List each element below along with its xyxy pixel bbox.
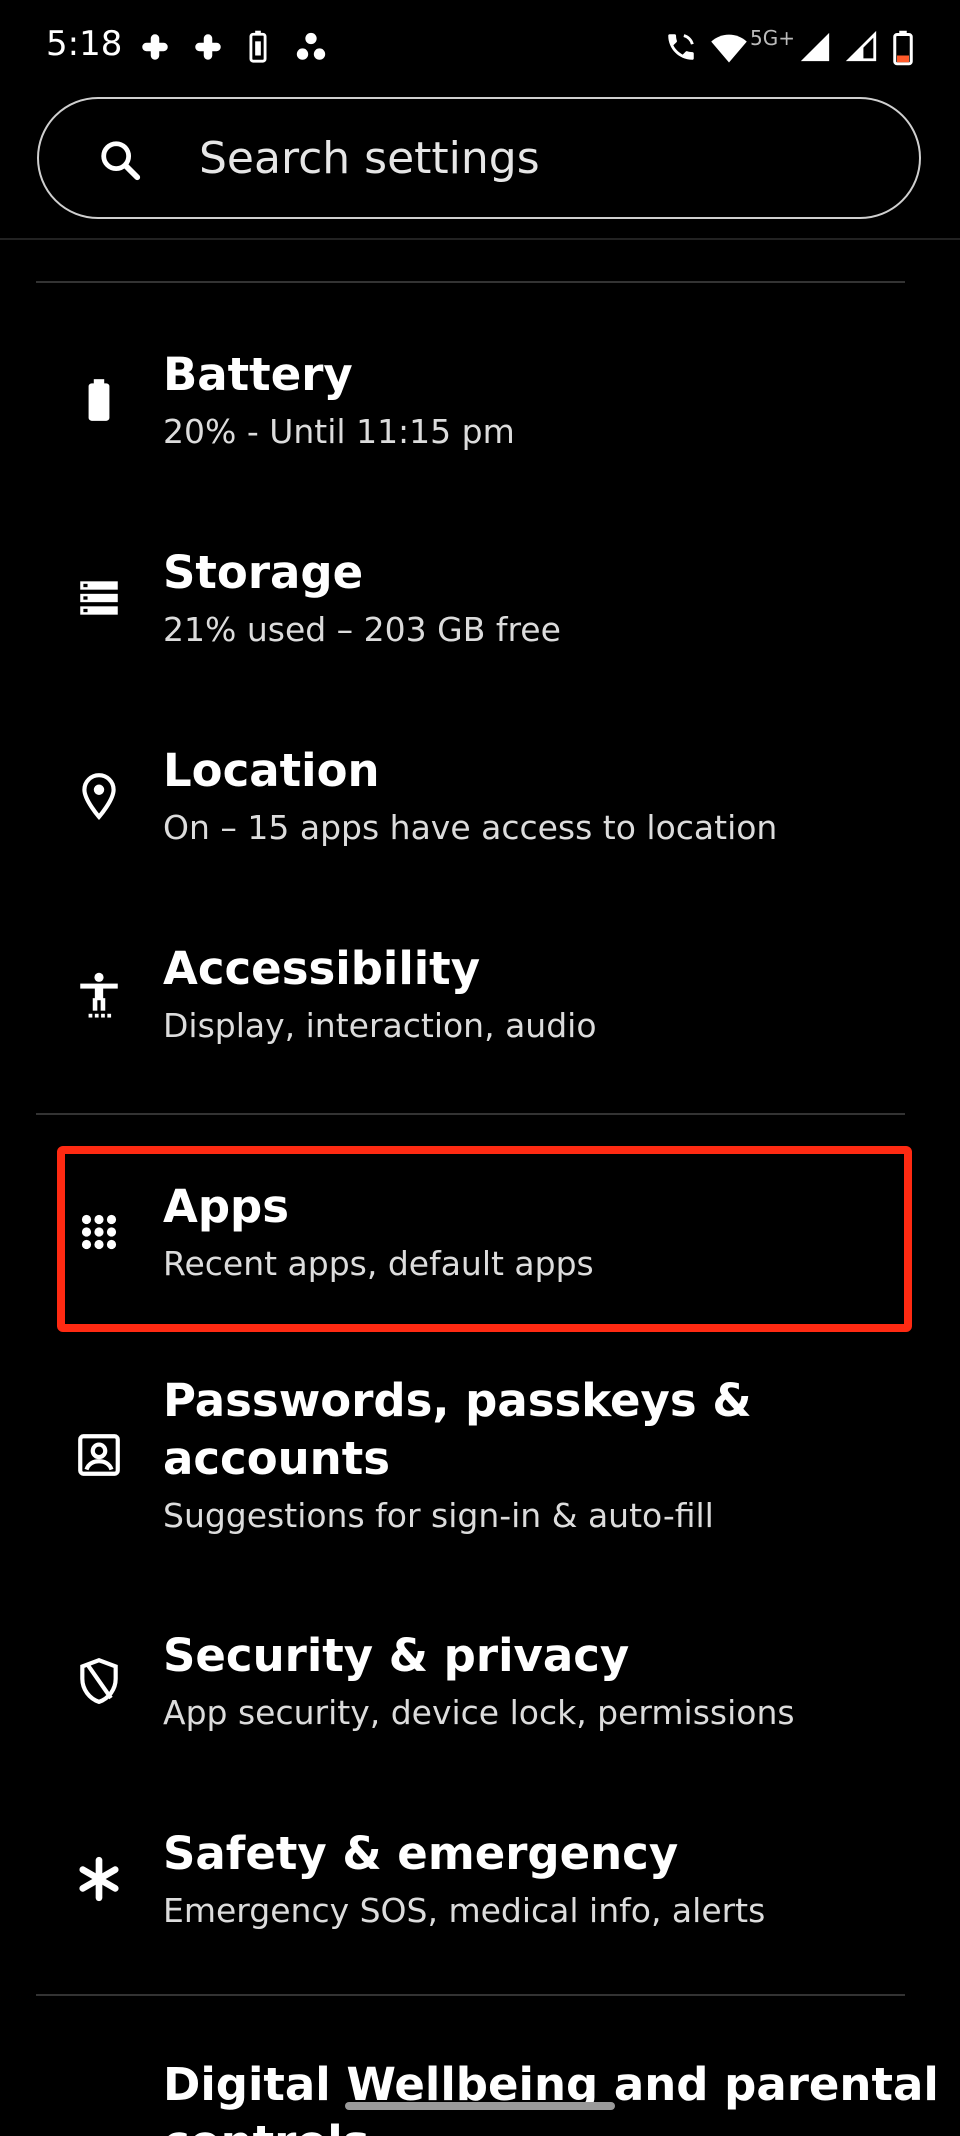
item-title-line2: controls [163, 2116, 369, 2136]
account-box-icon [78, 1434, 120, 1476]
item-subtitle: Emergency SOS, medical info, alerts [163, 1891, 766, 1930]
settings-item-security-privacy[interactable]: Security & privacy App security, device … [0, 1621, 960, 1771]
item-title: Accessibility [163, 942, 481, 995]
status-time: 5:18 [46, 24, 123, 64]
section-divider [36, 1994, 905, 1996]
signal-icon [800, 32, 830, 62]
battery-icon [88, 379, 110, 421]
accessibility-icon [80, 972, 118, 1018]
item-title: Battery [163, 348, 353, 401]
battery-icon [893, 30, 913, 66]
item-subtitle: App security, device lock, permissions [163, 1693, 795, 1732]
section-divider [36, 1113, 905, 1115]
item-title: Security & privacy [163, 1629, 630, 1682]
item-subtitle: Display, interaction, audio [163, 1006, 597, 1045]
search-bar[interactable]: Search settings [37, 97, 921, 219]
asterisk-icon [79, 1856, 119, 1902]
item-subtitle: 21% used – 203 GB free [163, 610, 561, 649]
item-title: Location [163, 744, 380, 797]
section-divider [36, 281, 905, 283]
settings-item-storage[interactable]: Storage 21% used – 203 GB free [0, 538, 960, 688]
highlight-box [57, 1146, 912, 1332]
item-subtitle: 20% - Until 11:15 pm [163, 412, 515, 451]
settings-item-location[interactable]: Location On – 15 apps have access to loc… [0, 736, 960, 886]
slack-icon [195, 34, 221, 60]
wifi-icon [711, 34, 747, 63]
storage-icon [80, 581, 118, 615]
header-divider [0, 238, 960, 240]
item-title-line2: accounts [163, 1432, 390, 1485]
item-title-line1: Passwords, passkeys & [163, 1374, 752, 1427]
slack-icon [142, 34, 168, 60]
settings-item-accessibility[interactable]: Accessibility Display, interaction, audi… [0, 934, 960, 1084]
settings-item-battery[interactable]: Battery 20% - Until 11:15 pm [0, 340, 960, 490]
settings-item-digital-wellbeing[interactable]: Digital Wellbeing and parental controls [0, 2054, 960, 2136]
network-type-label: 5G+ [750, 26, 795, 50]
app-icon [296, 32, 326, 60]
item-title: Storage [163, 546, 364, 599]
wifi-calling-icon [668, 34, 694, 60]
settings-item-passwords-accounts[interactable]: Passwords, passkeys & accounts Suggestio… [0, 1366, 960, 1546]
item-subtitle: Suggestions for sign-in & auto-fill [163, 1496, 714, 1535]
gesture-nav-handle[interactable] [345, 2102, 615, 2110]
item-subtitle: On – 15 apps have access to location [163, 808, 778, 847]
battery-saver-icon [249, 30, 267, 63]
search-placeholder: Search settings [199, 133, 540, 184]
search-icon [101, 141, 141, 181]
settings-item-safety-emergency[interactable]: Safety & emergency Emergency SOS, medica… [0, 1819, 960, 1969]
signal-icon [845, 30, 877, 62]
shield-icon [80, 1657, 118, 1705]
item-title: Safety & emergency [163, 1827, 679, 1880]
location-pin-icon [82, 773, 116, 820]
